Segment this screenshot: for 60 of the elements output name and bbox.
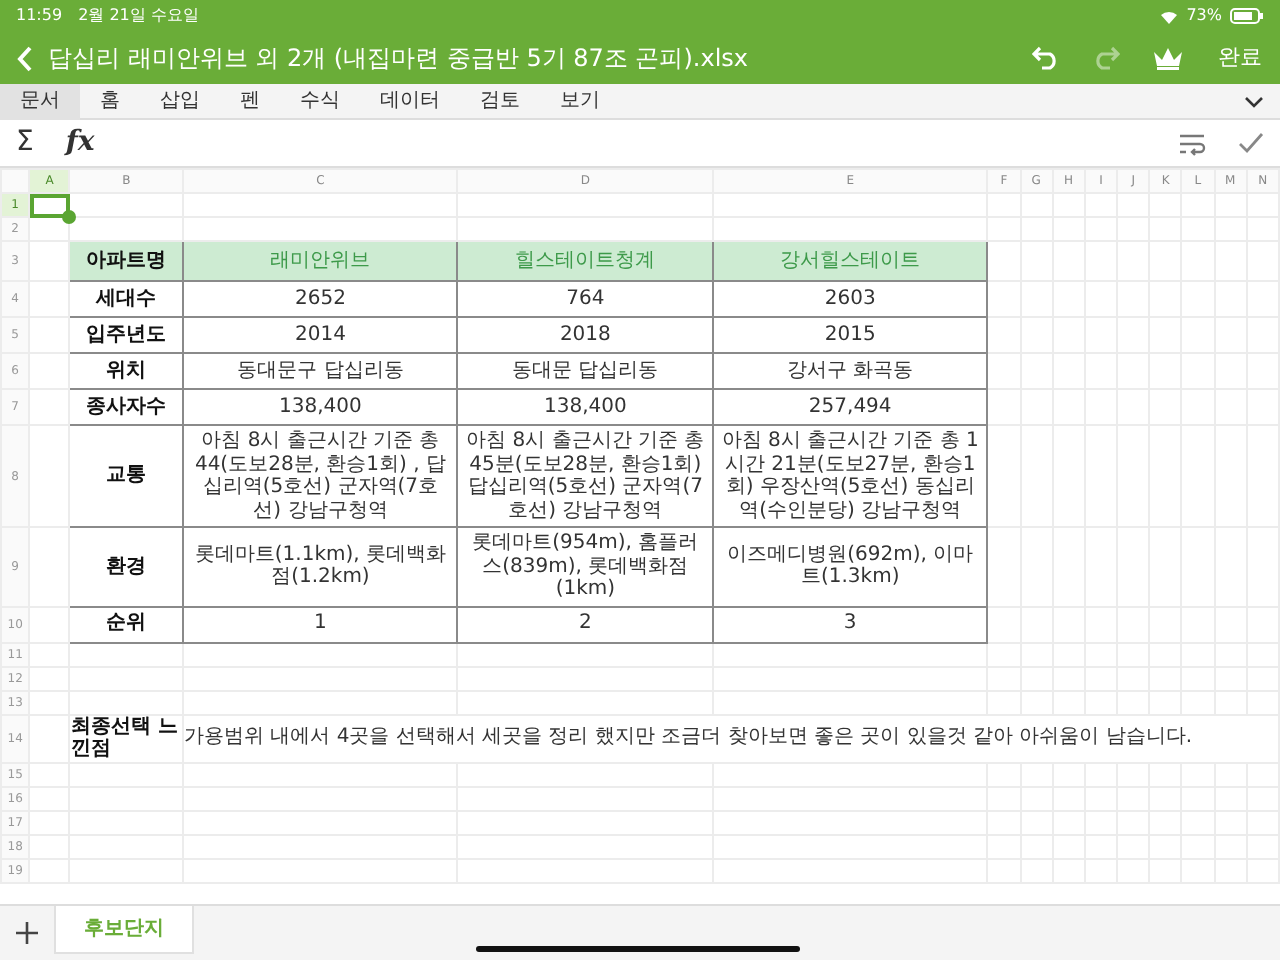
table-cell: 2 <box>457 606 713 642</box>
table-cell: 2603 <box>712 281 988 317</box>
table-cell: 138,400 <box>182 389 458 425</box>
battery-icon <box>1230 8 1264 24</box>
menu-tab[interactable]: 삽입 <box>140 83 220 119</box>
table-cell: 최종선택 느낀점 <box>69 714 183 762</box>
chevron-down-icon[interactable] <box>1244 95 1264 107</box>
table-cell: 롯데마트(1.1km), 롯데백화점(1.2km) <box>182 527 458 606</box>
table-cell: 764 <box>457 281 713 317</box>
table-cell: 순위 <box>69 606 183 642</box>
table-cell: 교통 <box>69 425 183 527</box>
table-cell: 동대문 답십리동 <box>457 353 713 389</box>
status-time: 11:59 <box>16 4 63 28</box>
table-cell: 동대문구 답십리동 <box>182 353 458 389</box>
document-title: 답십리 래미안위브 외 2개 (내집마련 중급반 5기 87조 곤피).xlsx <box>48 42 749 76</box>
table-cell: 위치 <box>69 353 183 389</box>
menu-tab[interactable]: 문서 <box>0 83 80 119</box>
menu-tab[interactable]: 보기 <box>540 83 620 119</box>
checkmark-icon[interactable] <box>1238 132 1264 154</box>
table-cell: 138,400 <box>457 389 713 425</box>
table-cell: 환경 <box>69 527 183 606</box>
table-cell: 가용범위 내에서 4곳을 선택해서 세곳을 정리 했지만 조금더 찾아보면 좋은 곳이 있을것 같아 아쉬움이 남습니다. <box>182 714 1279 762</box>
menu-tab[interactable]: 데이터 <box>360 83 460 119</box>
table-cell: 아침 8시 출근시간 기준 총44(도보28분, 환승1회) , 답십리역(5호선) 군자역(7호선) 강남구청역 <box>182 425 458 527</box>
sheet-tab[interactable]: 후보단지 <box>54 906 194 954</box>
battery-percent: 73% <box>1186 4 1222 28</box>
menu-tab[interactable]: 펜 <box>220 83 280 119</box>
table-cell: 세대수 <box>69 281 183 317</box>
table-cell: 2652 <box>182 281 458 317</box>
menu-tab[interactable]: 검토 <box>460 83 540 119</box>
fill-handle[interactable] <box>62 210 77 224</box>
crown-icon[interactable] <box>1152 46 1184 70</box>
table-cell: 입주년도 <box>69 317 183 353</box>
function-button[interactable]: fx <box>49 122 111 164</box>
undo-icon[interactable] <box>1032 46 1060 70</box>
table-cell: 이즈메디병원(692m), 이마트(1.3km) <box>712 527 988 606</box>
table-cell: 아침 8시 출근시간 기준 총 1시간 21분(도보27분, 환승1회) 우장산역(5호선) 동십리역(수인분당) 강남구청역 <box>712 425 988 527</box>
table-cell: 1 <box>182 606 458 642</box>
back-icon[interactable] <box>16 45 32 71</box>
table-cell: 아파트명 <box>69 241 183 281</box>
table-cell: 3 <box>712 606 988 642</box>
table-cell: 종사자수 <box>69 389 183 425</box>
table-cell: 2015 <box>712 317 988 353</box>
wrap-text-icon[interactable] <box>1178 131 1206 155</box>
wifi-icon <box>1160 9 1179 23</box>
table-cell: 강서힐스테이트 <box>712 241 988 281</box>
table-cell: 롯데마트(954m), 홈플러스(839m), 롯데백화점(1km) <box>457 527 713 606</box>
sum-button[interactable]: Σ <box>0 122 50 164</box>
menu-tab[interactable]: 홈 <box>80 83 140 119</box>
table-cell: 아침 8시 출근시간 기준 총45분(도보28분, 환승1회) 답십리역(5호선) 군자역(7호선) 강남구청역 <box>457 425 713 527</box>
table-cell: 2018 <box>457 317 713 353</box>
table-cell: 래미안위브 <box>182 241 458 281</box>
done-button[interactable]: 완료 <box>1216 39 1264 77</box>
add-sheet-icon[interactable] <box>16 922 38 944</box>
status-date: 2월 21일 수요일 <box>78 4 199 28</box>
table-cell: 2014 <box>182 317 458 353</box>
table-cell: 강서구 화곡동 <box>712 353 988 389</box>
menu-tab[interactable]: 수식 <box>280 83 360 119</box>
table-cell: 힐스테이트청계 <box>457 241 713 281</box>
table-cell: 257,494 <box>712 389 988 425</box>
